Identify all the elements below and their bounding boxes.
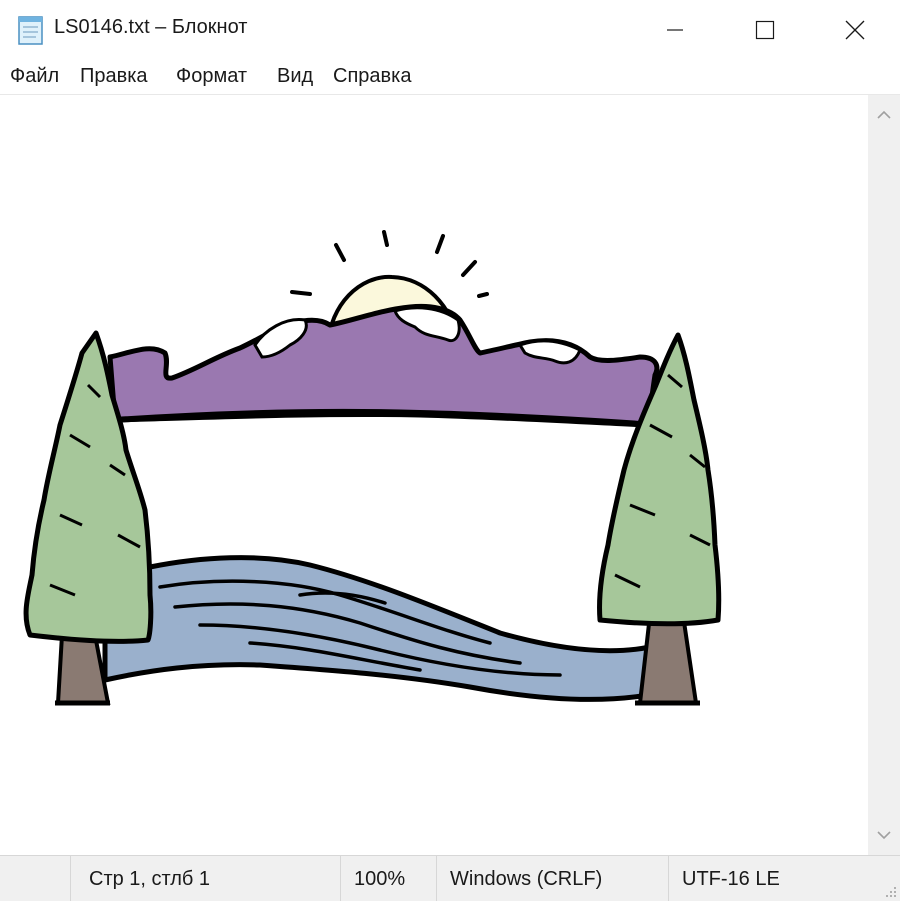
menu-format[interactable]: Формат [176,65,247,88]
scroll-up-button[interactable] [868,95,900,133]
minimize-button[interactable] [630,0,720,60]
menu-edit[interactable]: Правка [80,65,148,88]
line-endings: Windows (CRLF) [450,868,603,890]
close-button[interactable] [810,0,900,60]
text-editor-area[interactable] [0,95,868,855]
title-bar: LS0146.txt – Блокнот [0,0,900,60]
vertical-scrollbar[interactable] [868,95,900,855]
status-position-cell: Стр 1, стлб 1 [70,856,341,901]
maximize-icon [755,20,775,40]
resize-grip-icon[interactable] [882,883,898,899]
menu-view[interactable]: Вид [277,65,313,88]
zoom-level: 100% [354,868,406,890]
chevron-up-icon [877,110,891,119]
close-icon [845,20,865,40]
menu-help[interactable]: Справка [333,65,411,88]
status-bar: Стр 1, стлб 1 100% Windows (CRLF) UTF-16… [0,855,900,901]
encoding: UTF-16 LE [682,868,780,890]
landscape-frame-illustration [23,230,722,706]
maximize-button[interactable] [720,0,810,60]
minimize-icon [667,29,683,31]
status-zoom-cell: 100% [340,856,437,901]
notepad-icon [16,14,46,46]
status-encoding-cell: UTF-16 LE [668,856,900,901]
cursor-position: Стр 1, стлб 1 [89,868,211,890]
window-title: LS0146.txt – Блокнот [54,16,248,38]
menu-bar: Файл Правка Формат Вид Справка [0,60,900,95]
menu-file[interactable]: Файл [10,65,59,88]
status-line-endings-cell: Windows (CRLF) [436,856,669,901]
scroll-down-button[interactable] [868,817,900,855]
chevron-down-icon [877,831,891,840]
